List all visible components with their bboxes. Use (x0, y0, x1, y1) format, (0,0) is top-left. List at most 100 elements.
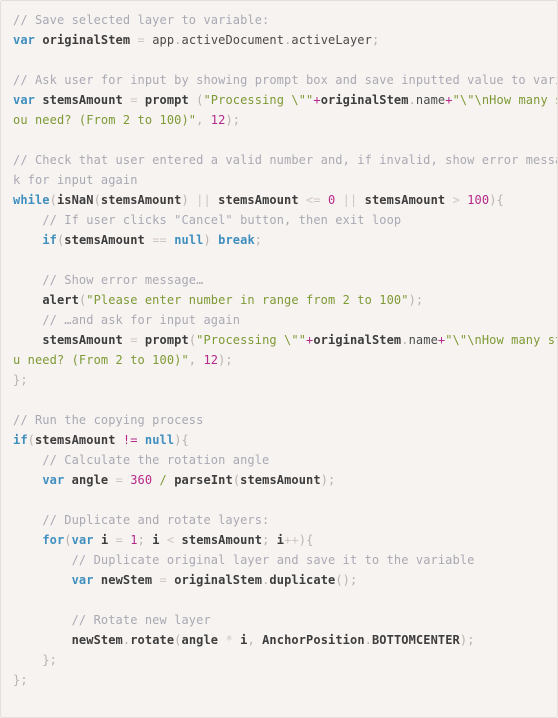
token-punct: , (196, 113, 211, 127)
token-comment: // Show error message… (42, 273, 204, 287)
token-plain: activeDocument (181, 33, 285, 47)
token-ident: stemsAmount (64, 233, 145, 247)
token-ident: AnchorPosition (262, 633, 365, 647)
token-comment: // Ask user for input by showing prompt … (13, 73, 558, 87)
code-line: if(stemsAmount == null) break; (13, 230, 547, 250)
token-plain: name (408, 333, 438, 347)
code-line: alert("Please enter number in range from… (13, 290, 547, 310)
token-ident: stemsAmount (42, 333, 123, 347)
token-punct: ; (371, 33, 380, 47)
token-comment: // Save selected layer to variable: (13, 13, 270, 27)
code-line: // Rotate new layer (13, 610, 547, 630)
token-ident: angle (181, 633, 219, 647)
token-keyword: if (13, 433, 28, 447)
token-punct: ; (254, 233, 263, 247)
code-line: if(stemsAmount != null){ (13, 430, 547, 450)
code-line: while(isNaN(stemsAmount) || stemsAmount … (13, 190, 547, 210)
code-line: // Duplicate and rotate layers: (13, 510, 547, 530)
token-plain: app (152, 33, 175, 47)
token-op-dim: = (130, 93, 138, 107)
code-line: // Show error message… (13, 270, 547, 290)
code-line: ou need? (From 2 to 100)", 12); (13, 110, 547, 130)
token-punct: ); (218, 353, 233, 367)
token-comment: // Duplicate and rotate layers: (42, 513, 270, 527)
token-ident: originalStem (313, 333, 402, 347)
token-ident: prompt (144, 93, 189, 107)
token-op-dim: || (196, 193, 211, 207)
token-punct: }; (13, 373, 28, 387)
token-punct: ( (49, 193, 57, 207)
code-line: for(var i = 1; i < stemsAmount; i++){ (13, 530, 547, 550)
code-line: // …and ask for input again (13, 310, 547, 330)
code-line: // Calculate the rotation angle (13, 450, 547, 470)
token-op-dim: <= (306, 193, 321, 207)
code-line: var stemsAmount = prompt ("Processing \"… (13, 90, 557, 110)
token-punct: ( (64, 533, 72, 547)
token-number: 360 (130, 473, 153, 487)
token-op-dim: || (342, 193, 358, 207)
token-keyword: var (71, 533, 94, 547)
token-ident: stemsAmount (364, 193, 446, 207)
token-ident: prompt (144, 333, 189, 347)
token-comment: k for input again (13, 173, 138, 187)
token-number: 12 (210, 113, 226, 127)
token-op-dim: = (159, 573, 167, 587)
token-ident: rotate (130, 633, 175, 647)
token-string: / (159, 473, 167, 487)
token-ident: i (276, 533, 285, 547)
token-ident: originalStem (42, 33, 131, 47)
token-ident: BOTTOMCENTER (371, 633, 460, 647)
token-punct: ){ (298, 533, 314, 547)
token-ident: stemsAmount (218, 193, 299, 207)
token-keyword: while (13, 193, 50, 207)
token-punct: ) (203, 233, 219, 247)
token-keyword: var (13, 33, 35, 47)
token-op-dim: = (115, 533, 123, 547)
token-punct: , (188, 353, 204, 367)
token-op-dim: = (115, 473, 123, 487)
token-ident: stemsAmount (42, 93, 123, 107)
token-punct: ) (181, 193, 197, 207)
code-lines: // Save selected layer to variable: var o… (13, 10, 557, 690)
code-line: }; (13, 370, 547, 390)
token-ident: originalStem (320, 93, 409, 107)
token-ident: angle (71, 473, 109, 487)
token-string: "\"\nHow many stems do y (452, 93, 557, 107)
code-line: }; (13, 650, 547, 670)
token-plain: activeLayer (291, 33, 372, 47)
token-ident: stemsAmount (34, 433, 116, 447)
token-keyword: break (218, 233, 255, 247)
token-punct: ){ (174, 433, 189, 447)
token-string: "Processing \"" (203, 93, 314, 107)
token-ident: isNaN (56, 193, 94, 207)
code-line: // If user clicks "Cancel" button, then … (13, 210, 547, 230)
token-punct: }; (13, 673, 28, 687)
token-punct: }; (42, 653, 57, 667)
token-keyword: var (13, 93, 35, 107)
token-punct: ; (262, 533, 277, 547)
